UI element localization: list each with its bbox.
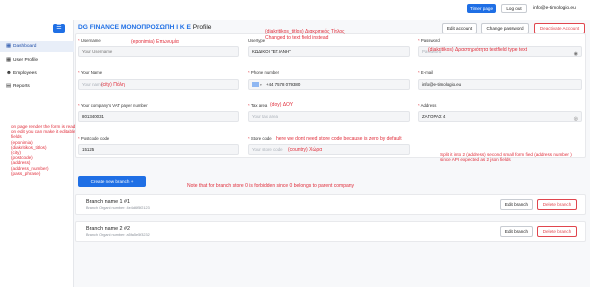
sidebar-item-dashboard[interactable]: ▦ Dashboard: [0, 41, 74, 52]
timer-page-button[interactable]: Timer page: [467, 4, 496, 13]
page-name: Profile: [192, 24, 212, 31]
branch-store-note: Note that for branch store 0 is forbidde…: [187, 183, 355, 189]
password-label: * Password: [418, 38, 440, 43]
vat-input[interactable]: 801340031: [78, 111, 239, 122]
phone-input[interactable]: ▾ +44 7578 079380: [248, 79, 410, 90]
menu-toggle-button[interactable]: ☰: [53, 24, 65, 33]
tax-area-note: (doy) ΔΟΥ: [270, 102, 294, 108]
company-name: DG FINANCE ΜΟΝΟΠΡΟΣΩΠΗ Ι Κ Ε: [78, 24, 191, 31]
sidebar-item-user-profile[interactable]: ▦ User Profile: [0, 55, 74, 66]
sidebar-item-label: Employees: [13, 71, 37, 76]
usertype-select[interactable]: ΚΩΔΙΚΟΙ "ΕΓ.ΙΑΝΗ": [248, 46, 410, 57]
phone-label: * Phone number: [248, 70, 280, 75]
hamburger-icon: ☰: [56, 25, 62, 31]
branch-title: Branch name 2 #2: [86, 226, 131, 232]
usertype-label: Usertype: [248, 38, 266, 43]
reports-icon: ▤: [6, 83, 12, 89]
logout-button[interactable]: Log out: [501, 4, 527, 13]
delete-branch-button[interactable]: Delete branch: [537, 199, 577, 210]
store-code-input[interactable]: Your store code: [248, 144, 410, 155]
address-label: * Address: [418, 103, 437, 108]
create-branch-button[interactable]: Create new branch +: [78, 176, 146, 187]
grid-icon: ▦: [6, 57, 12, 63]
username-note: (eponimia) Επωνυμία: [131, 39, 179, 45]
page-title: DG FINANCE ΜΟΝΟΠΡΟΣΩΠΗ Ι Κ Ε Profile: [78, 24, 211, 31]
password-note: (diakritikos) Δραστηριότητα textfield ty…: [428, 47, 527, 53]
sidebar-item-reports[interactable]: ▤ Reports: [0, 81, 74, 92]
vat-label: * Your company's VAT payer number: [78, 103, 148, 108]
user-email: info@e-timologio.eu: [533, 6, 576, 11]
address-split-note: Split it into 2 (address) second small f…: [440, 152, 572, 163]
branch-subtitle: Branch Organi number: a5fa5e5f3232: [86, 233, 150, 237]
sidebar-item-label: Reports: [13, 84, 30, 89]
branch-subtitle: Branch Organi number: 4e4d6f5f2123: [86, 206, 150, 210]
postcode-label: * Postcode code: [78, 136, 110, 141]
chevron-down-icon: ▾: [260, 83, 262, 87]
sidebar-item-employees[interactable]: ☻ Employees: [0, 68, 74, 79]
address-input[interactable]: ΖΑΓΟΡΑΣ 4 ◎: [418, 111, 582, 122]
edit-branch-button[interactable]: Edit branch: [500, 199, 533, 210]
tax-area-input[interactable]: Your tax area: [248, 111, 410, 122]
postcode-input[interactable]: 15125: [78, 144, 239, 155]
store-code-label: * Store code: [248, 136, 272, 141]
store-code-note: here we dont need store code because is …: [276, 136, 402, 142]
user-icon: ☻: [6, 70, 12, 76]
dashboard-icon: ▦: [6, 43, 12, 49]
sidebar-item-label: User Profile: [13, 58, 39, 63]
branch-title: Branch name 1 #1: [86, 199, 131, 205]
eye-icon[interactable]: ◉: [574, 49, 578, 56]
country-note: (country) Χώρα: [288, 147, 323, 153]
name-label: * Your Name: [78, 70, 103, 75]
username-label: * Username: [78, 38, 101, 43]
usertype-note: (diakritikos_titlos) Διακριτικός Τίτλος …: [265, 29, 345, 41]
location-icon[interactable]: ◎: [574, 114, 578, 121]
greece-flag-icon: [252, 81, 259, 87]
delete-branch-button[interactable]: Delete branch: [537, 226, 577, 237]
tax-area-label: * Tax area: [248, 103, 268, 108]
edit-branch-button[interactable]: Edit branch: [500, 226, 533, 237]
email-input[interactable]: info@e-timologio.eu: [418, 79, 582, 90]
form-behaviour-note: on page render the form is readonly ever…: [11, 124, 106, 176]
name-note: (city) Πόλη: [101, 82, 125, 88]
email-label: * E-mail: [418, 70, 434, 75]
sidebar-item-label: Dashboard: [13, 44, 37, 49]
username-input[interactable]: [78, 46, 239, 57]
